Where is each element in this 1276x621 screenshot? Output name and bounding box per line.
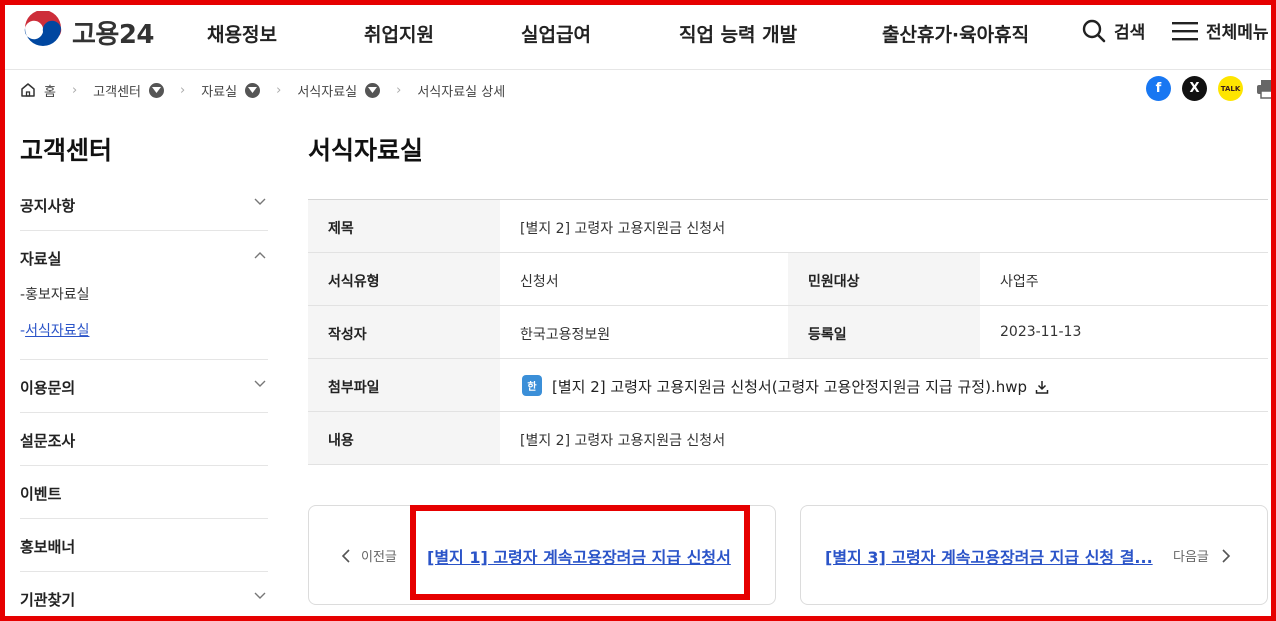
row-value-content: [별지 2] 고령자 고용지원금 신청서: [520, 433, 726, 449]
sidebar-subitem-promo[interactable]: -홍보자료실: [20, 284, 89, 304]
all-menu-button[interactable]: 전체메뉴: [1172, 18, 1269, 43]
row-label-author: 작성자: [308, 306, 500, 358]
breadcrumb: 홈 › 고객센터 › 자료실 › 서식자료실 › 서식자료실 상세: [20, 80, 505, 100]
next-post-card[interactable]: [별지 3] 고령자 계속고용장려금 지급 신청 결... 다음글: [800, 505, 1268, 605]
chevron-right-icon: ›: [180, 82, 186, 98]
row-label-attachment: 첨부파일: [308, 359, 500, 411]
chevron-up-icon: [254, 252, 266, 259]
row-value-author: 한국고용정보원: [520, 327, 611, 343]
row-label-date: 등록일: [788, 306, 980, 358]
site-logo[interactable]: 고용24: [22, 11, 155, 53]
row-value-type: 신청서: [520, 274, 559, 290]
highlight-box: [410, 505, 750, 600]
row-value-target: 사업주: [1000, 274, 1039, 290]
hamburger-menu-icon: [1172, 21, 1198, 40]
table-row: 제목 [별지 2] 고령자 고용지원금 신청서: [308, 200, 1268, 253]
detail-table: 제목 [별지 2] 고령자 고용지원금 신청서 서식유형 신청서 민원대상 사업…: [308, 199, 1268, 465]
chevron-left-icon: [341, 548, 350, 563]
logo-text: 고용24: [72, 19, 155, 50]
hwp-file-icon: 한: [522, 375, 542, 396]
breadcrumb-archive[interactable]: 자료실: [201, 81, 237, 100]
sidebar: 공지사항 자료실 이용문의 설문조사 이벤트 홍보배너 기관찾기: [20, 178, 268, 621]
breadcrumb-forms[interactable]: 서식자료실: [297, 81, 357, 100]
row-label-type: 서식유형: [308, 253, 500, 305]
table-row: 첨부파일 한 [별지 2] 고령자 고용지원금 신청서(고령자 고용안정지원금 …: [308, 359, 1268, 412]
sidebar-item-event[interactable]: 이벤트: [20, 466, 268, 519]
attachment-download-link[interactable]: [별지 2] 고령자 고용지원금 신청서(고령자 고용안정지원금 지급 규정).…: [552, 376, 1049, 397]
chevron-down-icon: [254, 380, 266, 387]
nav-unemployment-benefit[interactable]: 실업급여: [521, 20, 591, 47]
chevron-right-icon: ›: [396, 82, 402, 98]
sidebar-item-agency-search[interactable]: 기관찾기: [20, 572, 268, 621]
chevron-right-icon: ›: [71, 82, 78, 98]
breadcrumb-current: 서식자료실 상세: [417, 84, 506, 100]
next-post-link[interactable]: [별지 3] 고령자 계속고용장려금 지급 신청 결...: [825, 544, 1153, 568]
sidebar-item-survey[interactable]: 설문조사: [20, 413, 268, 466]
row-label-content: 내용: [308, 412, 500, 464]
breadcrumb-home[interactable]: 홈: [20, 81, 56, 100]
x-twitter-icon[interactable]: X: [1182, 76, 1207, 101]
chevron-right-icon: ›: [276, 82, 282, 98]
search-label: 검색: [1114, 23, 1146, 43]
sidebar-subitem-forms[interactable]: -서식자료실: [20, 320, 89, 340]
page-title: 서식자료실: [308, 136, 424, 165]
sidebar-title: 고객센터: [20, 136, 113, 165]
table-row: 서식유형 신청서 민원대상 사업주: [308, 253, 1268, 306]
search-icon: [1082, 19, 1106, 42]
nav-skills-development[interactable]: 직업 능력 개발: [679, 20, 797, 47]
table-row: 내용 [별지 2] 고령자 고용지원금 신청서: [308, 412, 1268, 465]
chevron-right-icon: [1222, 548, 1231, 563]
next-direction: 다음글: [1173, 546, 1231, 565]
chevron-down-icon[interactable]: [365, 82, 381, 98]
print-icon[interactable]: [1254, 76, 1276, 101]
share-bar: f X TALK: [1146, 76, 1276, 101]
chevron-down-icon: [254, 198, 266, 205]
home-icon: [21, 83, 35, 97]
chevron-down-icon[interactable]: [149, 82, 165, 98]
row-label-target: 민원대상: [788, 253, 980, 305]
kakaotalk-icon[interactable]: TALK: [1218, 76, 1243, 101]
row-label-title: 제목: [308, 200, 500, 252]
search-button[interactable]: 검색: [1082, 18, 1145, 43]
sidebar-item-notices[interactable]: 공지사항: [20, 178, 268, 231]
chevron-down-icon[interactable]: [245, 82, 261, 98]
table-row: 작성자 한국고용정보원 등록일 2023-11-13: [308, 306, 1268, 359]
all-menu-label: 전체메뉴: [1206, 23, 1269, 43]
download-icon[interactable]: [1035, 380, 1049, 394]
row-value-title: [별지 2] 고령자 고용지원금 신청서: [520, 221, 726, 237]
taegeuk-logo-icon: [23, 11, 63, 52]
nav-employment-support[interactable]: 취업지원: [364, 20, 434, 47]
nav-job-info[interactable]: 채용정보: [207, 20, 277, 47]
chevron-down-icon: [254, 592, 266, 599]
facebook-icon[interactable]: f: [1146, 76, 1171, 101]
sidebar-item-inquiry[interactable]: 이용문의: [20, 360, 268, 413]
site-header: 고용24 채용정보 취업지원 실업급여 직업 능력 개발 출산휴가·육아휴직 검…: [0, 0, 1276, 70]
nav-parental-leave[interactable]: 출산휴가·육아휴직: [882, 20, 1029, 47]
sidebar-item-banner[interactable]: 홍보배너: [20, 519, 268, 572]
prev-direction: 이전글: [341, 546, 397, 565]
breadcrumb-customer-center[interactable]: 고객센터: [93, 81, 141, 100]
row-value-date: 2023-11-13: [1000, 324, 1082, 340]
